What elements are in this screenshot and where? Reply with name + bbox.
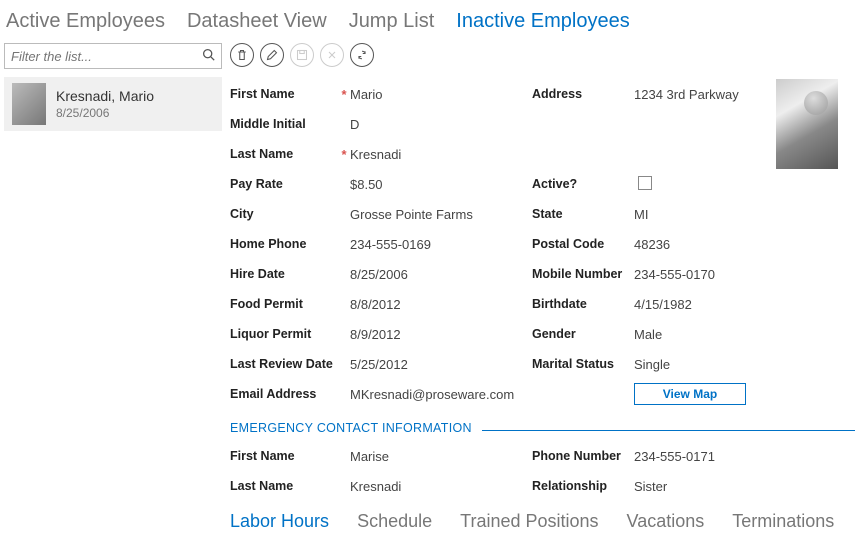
search-input[interactable]	[11, 49, 202, 64]
tab-inactive-employees[interactable]: Inactive Employees	[456, 10, 629, 33]
value-ec-last-name[interactable]: Kresnadi	[350, 479, 401, 494]
search-button[interactable]	[202, 48, 215, 64]
top-tabs: Active Employees Datasheet View Jump Lis…	[0, 0, 859, 43]
label-address: Address	[532, 87, 634, 101]
tab-datasheet-view[interactable]: Datasheet View	[187, 10, 327, 33]
value-address[interactable]: 1234 3rd Parkway	[634, 87, 739, 102]
value-last-name[interactable]: Kresnadi	[350, 147, 401, 162]
label-postal: Postal Code	[532, 237, 634, 251]
label-ec-last-name: Last Name	[230, 479, 338, 493]
search-icon	[202, 48, 215, 61]
label-birthdate: Birthdate	[532, 297, 634, 311]
section-emergency-header: EMERGENCY CONTACT INFORMATION	[230, 421, 472, 435]
value-birthdate[interactable]: 4/15/1982	[634, 297, 692, 312]
label-hire-date: Hire Date	[230, 267, 338, 281]
label-pay-rate: Pay Rate	[230, 177, 338, 191]
label-middle-initial: Middle Initial	[230, 117, 338, 131]
value-mobile[interactable]: 234-555-0170	[634, 267, 715, 282]
label-ec-phone: Phone Number	[532, 449, 634, 463]
value-gender[interactable]: Male	[634, 327, 662, 342]
employee-photo[interactable]	[776, 79, 838, 169]
detail-pane: First Name*Mario Middle InitialD Last Na…	[230, 43, 859, 532]
search-box	[4, 43, 222, 69]
list-item-date: 8/25/2006	[56, 106, 154, 120]
label-mobile: Mobile Number	[532, 267, 634, 281]
pencil-icon	[266, 49, 278, 61]
value-postal[interactable]: 48236	[634, 237, 670, 252]
required-star: *	[338, 147, 350, 162]
refresh-button[interactable]	[350, 43, 374, 67]
label-last-name: Last Name	[230, 147, 338, 161]
label-home-phone: Home Phone	[230, 237, 338, 251]
subtab-vacations[interactable]: Vacations	[627, 511, 705, 532]
required-star: *	[338, 87, 350, 102]
value-hire-date[interactable]: 8/25/2006	[350, 267, 408, 282]
action-bar	[230, 43, 855, 67]
edit-button[interactable]	[260, 43, 284, 67]
label-first-name: First Name	[230, 87, 338, 101]
value-middle-initial[interactable]: D	[350, 117, 359, 132]
value-home-phone[interactable]: 234-555-0169	[350, 237, 431, 252]
value-last-review[interactable]: 5/25/2012	[350, 357, 408, 372]
save-icon	[296, 49, 308, 61]
delete-button[interactable]	[230, 43, 254, 67]
value-first-name[interactable]: Mario	[350, 87, 383, 102]
save-button	[290, 43, 314, 67]
value-ec-relationship[interactable]: Sister	[634, 479, 667, 494]
value-ec-phone[interactable]: 234-555-0171	[634, 449, 715, 464]
subtab-trained-positions[interactable]: Trained Positions	[460, 511, 598, 532]
tab-jump-list[interactable]: Jump List	[349, 10, 435, 33]
subtab-terminations[interactable]: Terminations	[732, 511, 834, 532]
subtab-schedule[interactable]: Schedule	[357, 511, 432, 532]
value-ec-first-name[interactable]: Marise	[350, 449, 389, 464]
value-pay-rate[interactable]: $8.50	[350, 177, 383, 192]
value-food-permit[interactable]: 8/8/2012	[350, 297, 401, 312]
active-checkbox[interactable]	[638, 176, 652, 190]
value-email[interactable]: MKresnadi@proseware.com	[350, 387, 514, 402]
label-ec-first-name: First Name	[230, 449, 338, 463]
label-marital: Marital Status	[532, 357, 634, 371]
list-item[interactable]: Kresnadi, Mario 8/25/2006	[4, 77, 222, 131]
label-last-review: Last Review Date	[230, 357, 338, 371]
avatar-thumbnail	[12, 83, 46, 125]
label-gender: Gender	[532, 327, 634, 341]
label-ec-relationship: Relationship	[532, 479, 634, 493]
close-icon	[326, 49, 338, 61]
label-city: City	[230, 207, 338, 221]
label-state: State	[532, 207, 634, 221]
sidebar: Kresnadi, Mario 8/25/2006	[0, 43, 230, 532]
sub-tabs: Labor Hours Schedule Trained Positions V…	[230, 501, 855, 532]
label-food-permit: Food Permit	[230, 297, 338, 311]
value-state[interactable]: MI	[634, 207, 648, 222]
view-map-button[interactable]: View Map	[634, 383, 746, 405]
value-liquor-permit[interactable]: 8/9/2012	[350, 327, 401, 342]
tab-active-employees[interactable]: Active Employees	[6, 10, 165, 33]
value-marital[interactable]: Single	[634, 357, 670, 372]
value-city[interactable]: Grosse Pointe Farms	[350, 207, 473, 222]
trash-icon	[236, 49, 248, 61]
section-divider	[482, 430, 855, 431]
subtab-labor-hours[interactable]: Labor Hours	[230, 511, 329, 532]
cancel-button	[320, 43, 344, 67]
label-email: Email Address	[230, 387, 338, 401]
label-liquor-permit: Liquor Permit	[230, 327, 338, 341]
sync-icon	[356, 49, 368, 61]
list-item-name: Kresnadi, Mario	[56, 88, 154, 104]
label-active: Active?	[532, 177, 634, 191]
